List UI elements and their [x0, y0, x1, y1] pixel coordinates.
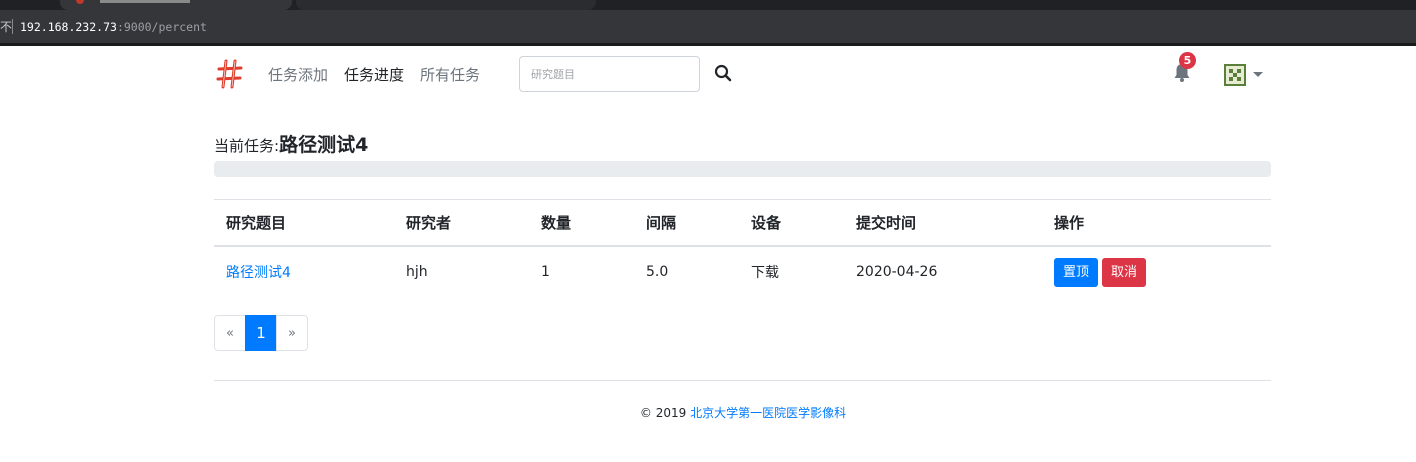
column-header-submitted: 提交时间	[844, 199, 1042, 247]
task-table: 研究题目 研究者 数量 间隔 设备 提交时间 操作 路径测试4 hjh 1 5.…	[214, 199, 1271, 298]
column-header-interval: 间隔	[634, 199, 739, 247]
task-title-link[interactable]: 路径测试4	[226, 265, 291, 281]
column-header-researcher: 研究者	[394, 199, 529, 247]
current-task-name: 路径测试4	[279, 134, 369, 156]
pagination-next-button[interactable]: »	[276, 315, 308, 351]
table-header-row: 研究题目 研究者 数量 间隔 设备 提交时间 操作	[214, 199, 1271, 247]
security-indicator[interactable]: 不	[0, 18, 12, 35]
browser-tab-strip	[0, 0, 1416, 10]
address-bar[interactable]: 不 192.168.232.73:9000/percent	[0, 10, 1416, 43]
current-task-heading: 当前任务:路径测试4	[214, 130, 368, 157]
researcher-cell: hjh	[406, 264, 428, 280]
top-navbar: 任务添加 任务进度 所有任务 5	[0, 46, 1416, 102]
column-header-title: 研究题目	[214, 199, 394, 247]
count-cell: 1	[541, 264, 550, 280]
table-row: 路径测试4 hjh 1 5.0 下载 2020-04-26 置顶 取消	[214, 246, 1271, 298]
tab-title	[100, 0, 190, 3]
submitted-cell: 2020-04-26	[856, 264, 938, 280]
device-cell: 下载	[751, 265, 779, 281]
current-task-label: 当前任务:	[214, 137, 280, 155]
address-url[interactable]: 192.168.232.73:9000/percent	[20, 20, 207, 34]
chevron-down-icon	[1253, 72, 1263, 77]
nav-task-add[interactable]: 任务添加	[268, 64, 328, 85]
cancel-task-button[interactable]: 取消	[1102, 257, 1146, 287]
user-menu-toggle[interactable]	[1224, 64, 1266, 86]
notification-badge: 5	[1179, 52, 1196, 69]
browser-tab-next[interactable]	[296, 0, 596, 10]
footer: © 2019 北京大学第一医院医学影像科	[0, 404, 1416, 421]
pin-top-button[interactable]: 置顶	[1054, 257, 1098, 287]
nav-all-tasks[interactable]: 所有任务	[420, 64, 480, 85]
interval-cell: 5.0	[646, 264, 669, 280]
url-path: :9000/percent	[116, 20, 207, 34]
task-progress-bar	[214, 161, 1271, 177]
search-input[interactable]	[519, 56, 700, 92]
column-header-actions: 操作	[1042, 199, 1271, 247]
pagination: « 1 »	[214, 315, 308, 351]
search-icon[interactable]	[712, 62, 734, 84]
pagination-page-1[interactable]: 1	[245, 315, 277, 351]
actions-cell: 置顶 取消	[1042, 246, 1271, 298]
column-header-count: 数量	[529, 199, 634, 247]
address-separator	[12, 19, 13, 34]
url-host: 192.168.232.73	[20, 20, 117, 34]
pagination-prev-button[interactable]: «	[214, 315, 246, 351]
footer-divider	[214, 380, 1271, 381]
footer-org-link[interactable]: 北京大学第一医院医学影像科	[690, 406, 846, 420]
avatar-icon	[1224, 64, 1246, 86]
hash-logo-icon[interactable]	[216, 58, 244, 90]
nav-task-progress[interactable]: 任务进度	[344, 64, 404, 85]
footer-copyright: © 2019	[639, 406, 691, 420]
column-header-device: 设备	[739, 199, 844, 247]
